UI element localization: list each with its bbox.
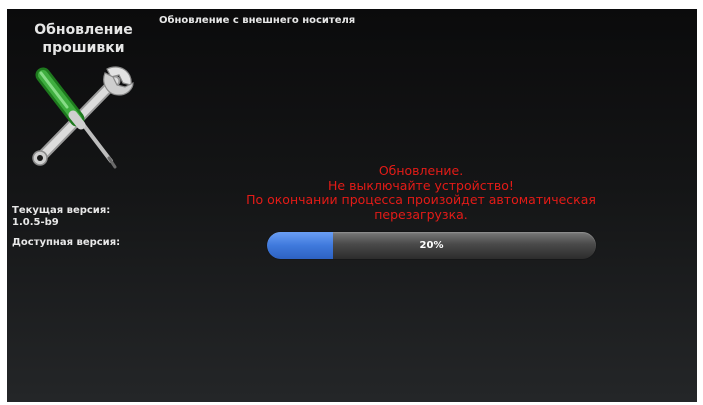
message-line1: Обновление. (378, 163, 464, 178)
available-version-label: Доступная версия: (12, 237, 121, 248)
current-version-value: 1.0.5-b9 (12, 217, 59, 228)
page-title-line1: Обновление (34, 22, 133, 38)
page-title: Обновление прошивки (21, 21, 146, 57)
update-source-title: Обновление с внешнего носителя (159, 15, 356, 26)
message-line3: По окончании процесса произойдет автомат… (246, 192, 596, 207)
tools-icon (32, 66, 134, 169)
message-line4: перезагрузка. (374, 206, 468, 222)
current-version-label: Текущая версия: (12, 205, 111, 216)
message-line2: Не выключайте устройство! (328, 177, 514, 193)
page-title-line2: прошивки (42, 40, 125, 56)
update-warning-message: Обновление. Не выключайте устройство! По… (217, 163, 625, 222)
update-progress-bar: 20% (267, 232, 596, 259)
progress-percent-label: 20% (419, 240, 444, 251)
firmware-update-screen: Обновление прошивки Обновление с внешнег… (7, 9, 697, 402)
